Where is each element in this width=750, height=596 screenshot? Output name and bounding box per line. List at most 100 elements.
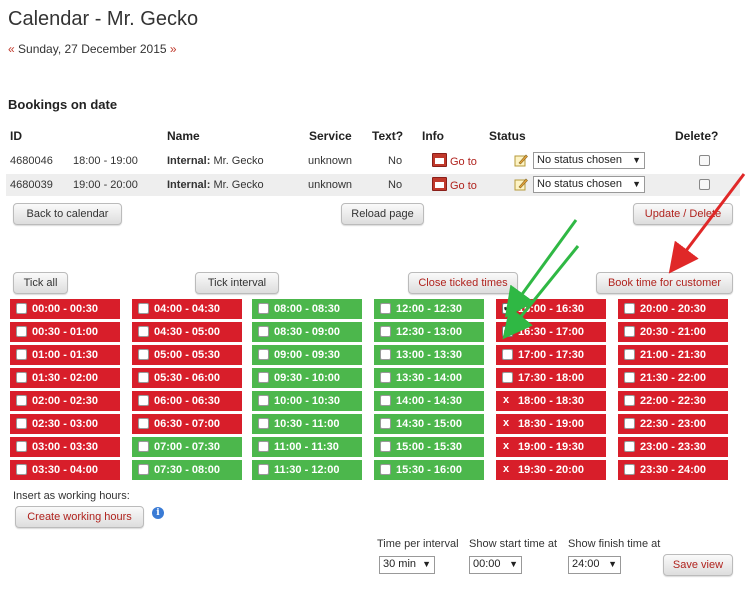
time-slot[interactable]: 07:30 - 08:00: [132, 460, 242, 480]
time-slot[interactable]: ✔ 16:30 - 17:00: [496, 322, 606, 342]
time-slot[interactable]: x 18:30 - 19:00: [496, 414, 606, 434]
slot-checkbox[interactable]: [624, 372, 635, 383]
slot-checkbox[interactable]: [624, 418, 635, 429]
slot-checkbox[interactable]: [380, 464, 391, 475]
delete-checkbox[interactable]: [699, 179, 710, 190]
time-slot[interactable]: 20:00 - 20:30: [618, 299, 728, 319]
time-slot[interactable]: 04:00 - 04:30: [132, 299, 242, 319]
slot-checkbox[interactable]: [624, 441, 635, 452]
time-slot[interactable]: 13:00 - 13:30: [374, 345, 484, 365]
time-slot[interactable]: 04:30 - 05:00: [132, 322, 242, 342]
slot-checkbox[interactable]: [380, 395, 391, 406]
slot-checkbox[interactable]: [380, 372, 391, 383]
time-slot[interactable]: 15:30 - 16:00: [374, 460, 484, 480]
time-slot[interactable]: 09:00 - 09:30: [252, 345, 362, 365]
slot-checkbox[interactable]: [258, 372, 269, 383]
slot-checkbox[interactable]: [138, 349, 149, 360]
time-slot[interactable]: 21:30 - 22:00: [618, 368, 728, 388]
slot-checkbox[interactable]: [258, 418, 269, 429]
reload-page-button[interactable]: Reload page: [341, 203, 424, 225]
time-slot[interactable]: x 19:30 - 20:00: [496, 460, 606, 480]
time-slot[interactable]: 03:00 - 03:30: [10, 437, 120, 457]
back-to-calendar-button[interactable]: Back to calendar: [13, 203, 122, 225]
slot-checkbox[interactable]: [258, 349, 269, 360]
time-slot[interactable]: 05:00 - 05:30: [132, 345, 242, 365]
slot-checkbox[interactable]: [624, 303, 635, 314]
slot-checkbox[interactable]: [380, 418, 391, 429]
time-slot[interactable]: 03:30 - 04:00: [10, 460, 120, 480]
time-slot[interactable]: 17:00 - 17:30: [496, 345, 606, 365]
time-slot[interactable]: 22:00 - 22:30: [618, 391, 728, 411]
time-slot[interactable]: 02:30 - 03:00: [10, 414, 120, 434]
book-time-for-customer-button[interactable]: Book time for customer: [596, 272, 733, 294]
time-slot[interactable]: 05:30 - 06:00: [132, 368, 242, 388]
info-icon[interactable]: i: [152, 507, 164, 519]
time-slot[interactable]: 12:00 - 12:30: [374, 299, 484, 319]
slot-checkbox[interactable]: [138, 464, 149, 475]
slot-checkbox[interactable]: [258, 464, 269, 475]
save-view-button[interactable]: Save view: [663, 554, 733, 576]
slot-checkbox[interactable]: [380, 349, 391, 360]
time-slot[interactable]: x 19:00 - 19:30: [496, 437, 606, 457]
status-select[interactable]: No status chosen ▼: [533, 176, 645, 193]
time-slot[interactable]: 22:30 - 23:00: [618, 414, 728, 434]
slot-checkbox-checked[interactable]: ✔: [502, 303, 513, 314]
slot-checkbox[interactable]: [502, 372, 513, 383]
time-slot[interactable]: 23:00 - 23:30: [618, 437, 728, 457]
slot-checkbox[interactable]: [380, 326, 391, 337]
slot-checkbox[interactable]: [380, 303, 391, 314]
time-slot[interactable]: 21:00 - 21:30: [618, 345, 728, 365]
prev-day-link[interactable]: «: [8, 42, 15, 56]
slot-checkbox[interactable]: [138, 326, 149, 337]
slot-checkbox[interactable]: [16, 464, 27, 475]
next-day-link[interactable]: »: [170, 42, 177, 56]
slot-checkbox[interactable]: [624, 326, 635, 337]
goto-link[interactable]: Go to: [432, 153, 477, 168]
start-time-select[interactable]: 00:00 ▼: [469, 556, 522, 574]
time-slot[interactable]: 14:30 - 15:00: [374, 414, 484, 434]
slot-checkbox[interactable]: [258, 303, 269, 314]
slot-checkbox[interactable]: [16, 326, 27, 337]
slot-checkbox[interactable]: [16, 395, 27, 406]
time-slot[interactable]: 01:30 - 02:00: [10, 368, 120, 388]
time-slot[interactable]: 02:00 - 02:30: [10, 391, 120, 411]
time-slot[interactable]: 01:00 - 01:30: [10, 345, 120, 365]
time-slot[interactable]: 06:30 - 07:00: [132, 414, 242, 434]
time-slot[interactable]: 15:00 - 15:30: [374, 437, 484, 457]
time-slot[interactable]: ✔ 16:00 - 16:30: [496, 299, 606, 319]
slot-checkbox[interactable]: [502, 349, 513, 360]
goto-link[interactable]: Go to: [432, 177, 477, 192]
slot-checkbox[interactable]: [16, 441, 27, 452]
finish-time-select[interactable]: 24:00 ▼: [568, 556, 621, 574]
slot-checkbox[interactable]: [258, 326, 269, 337]
slot-checkbox-checked[interactable]: ✔: [502, 326, 513, 337]
slot-checkbox[interactable]: [16, 372, 27, 383]
tick-interval-button[interactable]: Tick interval: [195, 272, 279, 294]
slot-checkbox[interactable]: [380, 441, 391, 452]
slot-checkbox[interactable]: [258, 441, 269, 452]
time-slot[interactable]: 00:00 - 00:30: [10, 299, 120, 319]
delete-checkbox[interactable]: [699, 155, 710, 166]
update-delete-button[interactable]: Update / Delete: [633, 203, 733, 225]
slot-checkbox[interactable]: [138, 418, 149, 429]
time-slot[interactable]: 17:30 - 18:00: [496, 368, 606, 388]
time-slot[interactable]: 11:00 - 11:30: [252, 437, 362, 457]
slot-checkbox[interactable]: [16, 303, 27, 314]
create-working-hours-button[interactable]: Create working hours: [15, 506, 144, 528]
time-slot[interactable]: 00:30 - 01:00: [10, 322, 120, 342]
time-slot[interactable]: 12:30 - 13:00: [374, 322, 484, 342]
time-slot[interactable]: 07:00 - 07:30: [132, 437, 242, 457]
time-slot[interactable]: 13:30 - 14:00: [374, 368, 484, 388]
slot-checkbox[interactable]: [624, 464, 635, 475]
slot-checkbox[interactable]: [258, 395, 269, 406]
slot-checkbox[interactable]: [138, 372, 149, 383]
time-slot[interactable]: 08:00 - 08:30: [252, 299, 362, 319]
slot-checkbox[interactable]: [138, 441, 149, 452]
time-slot[interactable]: 20:30 - 21:00: [618, 322, 728, 342]
time-slot[interactable]: 09:30 - 10:00: [252, 368, 362, 388]
time-slot[interactable]: 23:30 - 24:00: [618, 460, 728, 480]
time-slot[interactable]: 10:30 - 11:00: [252, 414, 362, 434]
slot-checkbox[interactable]: [138, 395, 149, 406]
tick-all-button[interactable]: Tick all: [13, 272, 68, 294]
close-ticked-times-button[interactable]: Close ticked times: [408, 272, 518, 294]
